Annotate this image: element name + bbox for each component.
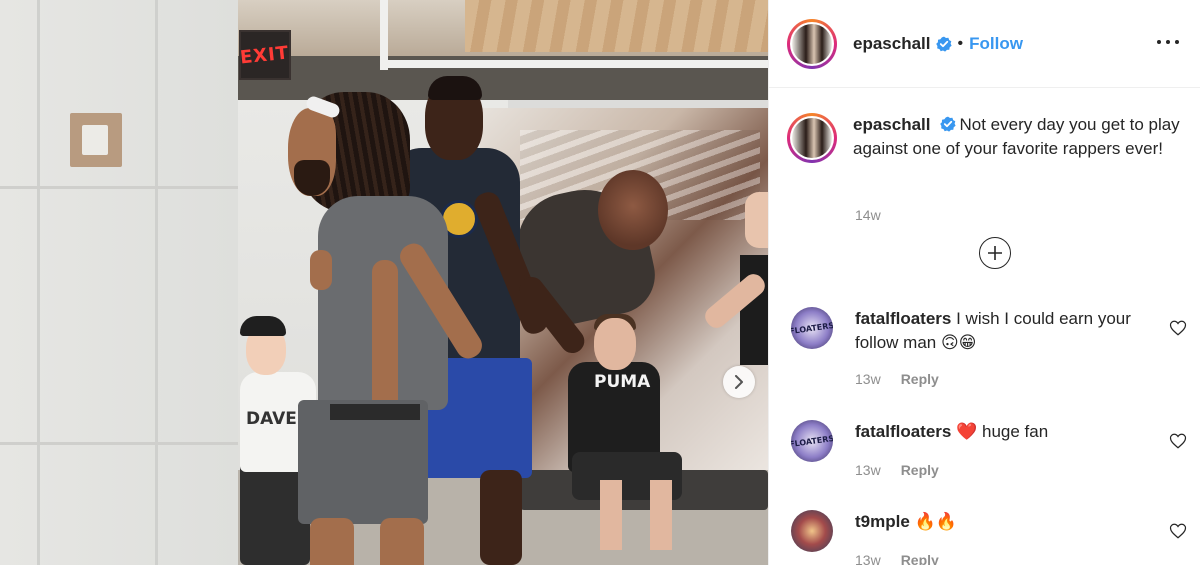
comment-meta: 13w Reply [855,552,939,565]
comment-emoji: 🔥🔥 [914,512,957,532]
comment-username[interactable]: fatalfloaters [855,422,951,441]
wood-panel [465,0,768,52]
spectator-head [745,192,768,248]
verified-badge-icon [939,116,956,132]
exit-sign: EXIT [239,30,291,80]
verified-badge-icon [935,36,952,52]
comment-body: t9mple 🔥🔥 [855,510,1155,534]
player-arm [372,260,398,420]
heart-icon[interactable] [1169,319,1187,337]
comment-timestamp[interactable]: 13w [855,552,881,565]
caption-author-avatar[interactable] [787,113,837,163]
load-more-comments-button[interactable] [979,237,1011,269]
chevron-right-icon [735,375,743,389]
comment-timestamp[interactable]: 13w [855,371,881,387]
post-header: epaschall • Follow [769,0,1200,88]
player-waistband [330,404,420,420]
caption-username[interactable]: epaschall [853,115,931,134]
commenter-avatar[interactable]: FLOATERS [791,420,833,462]
light-switch [70,113,122,167]
comment-emoji: ❤️ [956,422,978,442]
comment-body: fatalfloaters ❤️ huge fan [855,420,1155,444]
author-info: epaschall • Follow [853,34,1023,54]
spectator-head [594,318,636,370]
caption-body: epaschall Not every day you get to play a… [853,113,1183,163]
comment-username[interactable]: fatalfloaters [855,309,951,328]
spectator-shirt-text: PUMA [594,372,651,392]
spectator-cap [240,316,286,336]
player-leg [310,518,354,565]
player-beard [294,160,330,196]
comment-timestamp[interactable]: 13w [855,462,881,478]
player-leg [480,470,522,565]
spectator-shin [600,480,622,550]
post-caption: epaschall Not every day you get to play a… [787,113,1187,163]
spectator-shin [650,480,672,550]
author-username[interactable]: epaschall [853,34,931,54]
plus-icon [988,246,1002,260]
reply-button[interactable]: Reply [901,371,939,387]
reply-button[interactable]: Reply [901,462,939,478]
comment-username[interactable]: t9mple [855,512,910,531]
heart-icon[interactable] [1169,432,1187,450]
commenter-avatar[interactable]: FLOATERS [791,307,833,349]
wall-panel [0,0,40,565]
follow-button[interactable]: Follow [969,34,1023,54]
reply-button[interactable]: Reply [901,552,939,565]
comment-body: fatalfloaters I wish I could earn your f… [855,307,1155,355]
author-avatar[interactable] [787,18,837,69]
wall-panel [155,0,158,565]
mural-face [598,170,668,250]
heart-icon[interactable] [1169,522,1187,540]
exit-sign-text: EXIT [239,41,291,69]
comment-meta: 13w Reply [855,462,939,478]
commenter-avatar[interactable] [791,510,833,552]
railing [380,60,768,68]
author-avatar-image [792,118,832,158]
player-hand [310,250,332,290]
comment-text: huge fan [982,422,1049,441]
comment-emoji: 🙃😁 [941,333,977,353]
post-photo[interactable]: EXIT PUMA DAVE FASE [0,0,768,565]
separator-dot: • [957,34,964,52]
next-photo-button[interactable] [723,366,755,398]
more-options-icon[interactable] [1157,34,1179,50]
author-avatar-image [792,23,832,64]
comment-meta: 13w Reply [855,371,939,387]
post-sidebar: epaschall • Follow epaschall Not every da… [768,0,1200,565]
player-hair [428,76,482,100]
player-leg [380,518,424,565]
spectator-body [740,255,768,365]
wall-seam [0,186,238,189]
caption-timestamp[interactable]: 14w [855,207,881,223]
wall-seam [0,442,238,445]
